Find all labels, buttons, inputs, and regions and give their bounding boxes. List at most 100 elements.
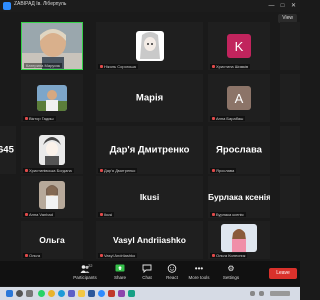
chat-icon xyxy=(142,264,152,273)
settings-button[interactable]: ⚙ Settings xyxy=(214,264,248,280)
avatar: A xyxy=(227,86,251,110)
participant-tile[interactable]: Ніколь Сорогоша xyxy=(96,22,203,70)
app-icon[interactable] xyxy=(108,290,115,297)
smiley-icon xyxy=(167,264,177,273)
mic-muted-icon xyxy=(25,169,28,172)
participant-tile[interactable]: Ярослава Ярослава xyxy=(208,126,270,174)
window-title: ZABIPAД Ів. Ліберпуль xyxy=(14,1,67,7)
participant-tile[interactable]: Христинівська Богдана xyxy=(21,126,83,174)
mic-muted-icon xyxy=(25,117,28,120)
participant-display-name: Дар'я Дмитренко xyxy=(109,144,190,156)
zoom-icon[interactable] xyxy=(98,290,105,297)
mic-muted-icon xyxy=(100,65,103,68)
file-explorer-icon[interactable] xyxy=(78,290,85,297)
person-photo-icon xyxy=(37,85,67,111)
participant-display-name: Ольга xyxy=(39,235,65,245)
participant-tile[interactable]: Дар'я Дмитренко Дар'я Дмитренко xyxy=(96,126,203,174)
participant-name: Ольга Колесник xyxy=(210,253,248,258)
participant-name: Христинівська Богдана xyxy=(23,168,74,173)
participant-tile[interactable]: Віктор Гадиш xyxy=(21,74,83,122)
participant-tile[interactable]: A Анна Барабаш xyxy=(208,74,270,122)
participant-tile[interactable]: Бурлака ксенія Бурлака ксенія xyxy=(208,176,270,218)
zoom-logo-icon xyxy=(3,2,11,10)
participants-button[interactable]: 22 Participants xyxy=(68,263,102,280)
word-icon[interactable] xyxy=(88,290,95,297)
participant-tile[interactable]: Ikusi Ikusi xyxy=(96,176,203,218)
person-photo-icon xyxy=(221,224,257,253)
avatar xyxy=(39,135,65,165)
participant-name: Ольга xyxy=(23,253,43,258)
participant-tile[interactable]: Катерина Марусяк xyxy=(21,22,83,70)
mic-muted-icon xyxy=(25,254,28,257)
os-taskbar xyxy=(0,287,300,300)
participant-name: Христина Шимків xyxy=(210,64,251,69)
window-controls: — □ ✕ xyxy=(268,2,297,10)
participant-tile[interactable]: Ольга Ольга xyxy=(21,221,83,259)
avatar-letter: A xyxy=(234,90,244,106)
participant-display-name: 645 xyxy=(0,144,14,156)
participant-name: Дар'я Дмитренко xyxy=(98,168,138,173)
meeting-controls-bar: 22 Participants Share Chat React ••• Mor… xyxy=(0,261,300,286)
leave-button[interactable]: Leave xyxy=(269,268,297,279)
windows-start-icon[interactable] xyxy=(6,290,13,297)
close-button[interactable]: ✕ xyxy=(290,2,297,10)
participant-tile[interactable]: Анна Vanbad xyxy=(21,176,83,218)
participant-name: Анна Vanbad xyxy=(23,212,55,217)
participant-name: Катерина Марусяк xyxy=(24,63,63,68)
participant-tile-partial[interactable] xyxy=(280,176,300,218)
more-tools-button[interactable]: ••• More tools xyxy=(182,264,216,280)
mic-muted-icon xyxy=(100,254,103,257)
participant-name: Vasyl Andriiashko xyxy=(98,253,138,258)
clock-icon[interactable] xyxy=(270,291,290,296)
teams-icon[interactable] xyxy=(68,290,75,297)
anime-girl-icon xyxy=(135,31,164,61)
participant-tile[interactable]: K Христина Шимків xyxy=(208,22,270,70)
avatar-letter: K xyxy=(234,38,244,54)
mic-muted-icon xyxy=(100,213,103,216)
window-titlebar: ZABIPAД Ів. Ліберпуль — □ ✕ xyxy=(0,0,300,12)
participant-name: Ніколь Сорогоша xyxy=(98,64,138,69)
person-photo-icon xyxy=(39,181,65,210)
mic-muted-icon xyxy=(212,254,215,257)
tray-icon[interactable] xyxy=(250,291,255,296)
search-icon[interactable] xyxy=(16,290,23,297)
maximize-button[interactable]: □ xyxy=(279,2,286,10)
participant-display-name: Бурлака ксенія xyxy=(208,192,270,202)
participant-tile-partial[interactable] xyxy=(280,126,300,174)
participant-name: Бурлака ксенія xyxy=(210,212,246,217)
avatar xyxy=(39,181,65,210)
participant-display-name: Ярослава xyxy=(216,144,262,156)
chrome-icon[interactable] xyxy=(48,290,55,297)
app-icon[interactable] xyxy=(128,290,135,297)
mic-muted-icon xyxy=(100,169,103,172)
avatar xyxy=(221,224,257,253)
participant-tile[interactable]: Vasyl Andriiashko Vasyl Andriiashko xyxy=(96,221,203,259)
avatar: K xyxy=(227,34,251,58)
whatsapp-icon[interactable] xyxy=(38,290,45,297)
avatar xyxy=(37,85,67,111)
mic-muted-icon xyxy=(212,169,215,172)
participant-display-name: Марія xyxy=(135,92,164,104)
participant-tile[interactable]: Марія xyxy=(96,74,203,122)
participant-tile-partial[interactable]: 645 xyxy=(0,126,16,174)
participant-name: Віктор Гадиш xyxy=(23,116,56,121)
more-icon: ••• xyxy=(194,264,204,273)
mic-muted-icon xyxy=(25,213,28,216)
participant-tile-partial[interactable] xyxy=(280,22,300,70)
participant-tile-partial[interactable] xyxy=(280,74,300,122)
anime-boy-icon xyxy=(39,135,65,165)
mic-muted-icon xyxy=(212,117,215,120)
participant-tile[interactable]: Ольга Колесник xyxy=(208,221,270,259)
taskview-icon[interactable] xyxy=(26,290,33,297)
participant-name: Ikusi xyxy=(98,212,115,217)
participant-display-name: Ikusi xyxy=(139,192,160,202)
app-icon[interactable] xyxy=(118,290,125,297)
participant-name: Ярослава xyxy=(210,168,237,173)
tray-icon[interactable] xyxy=(259,291,264,296)
mic-muted-icon xyxy=(212,65,215,68)
edge-icon[interactable] xyxy=(58,290,65,297)
participant-display-name: Vasyl Andriiashko xyxy=(113,235,186,245)
gear-icon: ⚙ xyxy=(227,264,235,273)
participants-count: 22 xyxy=(88,263,93,268)
minimize-button[interactable]: — xyxy=(268,2,275,10)
